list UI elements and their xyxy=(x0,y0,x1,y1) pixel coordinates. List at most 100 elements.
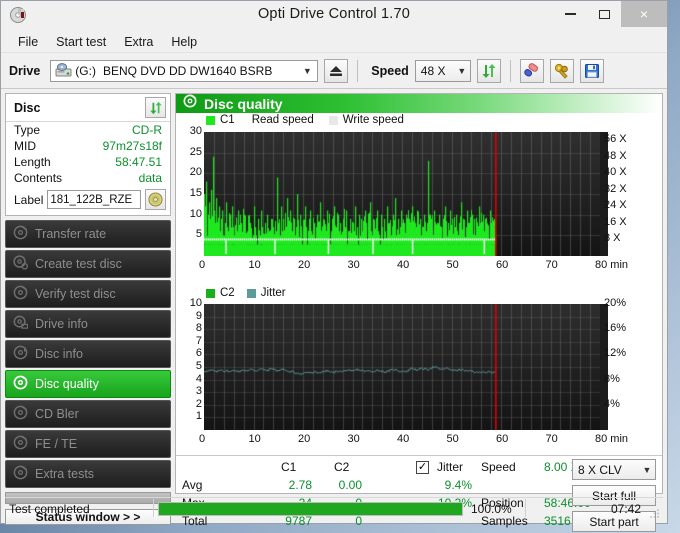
axis-tick-label: 40 xyxy=(397,259,410,271)
eject-button[interactable] xyxy=(324,58,349,83)
quality-title: Disc quality xyxy=(204,95,283,112)
disc-icon xyxy=(13,225,28,243)
speed-select[interactable]: 48 X ▼ xyxy=(414,59,471,82)
disc-check-icon xyxy=(13,285,28,303)
sidebar-item-cd-bler[interactable]: CD Bler xyxy=(5,400,171,428)
c1-chart: C1 Read speed Write speed 5 10 15 20 25 30 8 X… xyxy=(176,113,662,287)
progress-bar xyxy=(158,501,463,516)
axis-tick-label: 4% xyxy=(604,397,620,410)
axis-tick-label: 0 xyxy=(199,433,206,445)
axis-tick-label: 80 min xyxy=(595,433,629,445)
menu-start-test[interactable]: Start test xyxy=(47,33,115,51)
sidebar-item-verify-test-disc[interactable]: Verify test disc xyxy=(5,280,171,308)
sidebar-item-fe-te[interactable]: FE / TE xyxy=(5,430,171,458)
sidebar-item-extra-tests[interactable]: Extra tests xyxy=(5,460,171,488)
speed-label: Speed xyxy=(371,63,409,78)
disc-icon xyxy=(13,405,28,423)
disc-quality-icon xyxy=(183,94,197,113)
drive-select[interactable]: (G:) BENQ DVD DD DW1640 BSRB ▼ xyxy=(50,59,319,82)
status-text: Test completed xyxy=(9,501,90,516)
axis-tick-label: 6 xyxy=(195,347,202,360)
sidebar-item-create-test-disc[interactable]: Create test disc xyxy=(5,250,171,278)
body-area: Disc Type CD-R MID 97m27s18f Length 58:4… xyxy=(1,89,667,532)
drive-icon xyxy=(13,315,29,333)
disc-row-length: Length 58:47.51 xyxy=(6,154,170,170)
axis-tick-label: 56 X xyxy=(604,133,627,146)
disc-label-key: Label xyxy=(14,192,44,207)
status-divider xyxy=(525,499,526,517)
sidebar-item-transfer-rate[interactable]: Transfer rate xyxy=(5,220,171,248)
legend-label-jitter: Jitter xyxy=(260,287,286,299)
axis-tick-label: 24 X xyxy=(604,199,627,212)
left-panel: Disc Type CD-R MID 97m27s18f Length 58:4… xyxy=(5,93,171,525)
sidebar-item-label: Extra tests xyxy=(35,467,95,481)
write-strategy-value: 8 X CLV xyxy=(578,462,622,477)
disc-icon xyxy=(13,435,28,453)
sidebar-item-label: Drive info xyxy=(35,317,88,331)
c2-plot-area[interactable] xyxy=(204,304,608,430)
disc-icon xyxy=(13,465,28,483)
axis-tick-label: 1 xyxy=(195,410,202,423)
axis-tick-label: 10 xyxy=(189,207,202,220)
drive-name: BENQ DVD DD DW1640 BSRB xyxy=(102,63,273,78)
resize-grip[interactable] xyxy=(649,506,661,518)
c1-chart-legend: C1 Read speed Write speed xyxy=(206,114,404,126)
axis-tick-label: 2 xyxy=(195,397,202,410)
maximize-button[interactable] xyxy=(587,1,621,27)
axis-tick-label: 70 xyxy=(545,433,558,445)
save-button[interactable] xyxy=(579,58,604,83)
c1-plot-area[interactable] xyxy=(204,132,608,256)
toolbar-divider xyxy=(509,59,511,82)
axis-tick-label: 20 xyxy=(298,259,311,271)
disc-panel-title: Disc xyxy=(14,100,41,115)
axis-tick-label: 60 xyxy=(496,433,509,445)
disc-panel-header: Disc xyxy=(6,94,170,122)
tools-button[interactable] xyxy=(549,58,574,83)
quality-header: Disc quality xyxy=(176,94,662,113)
quality-panel: Disc quality C1 Read speed Write speed 5… xyxy=(175,93,663,532)
axis-tick-label: 7 xyxy=(195,334,202,347)
drive-label: Drive xyxy=(9,63,41,78)
axis-tick-label: 25 xyxy=(189,145,202,158)
stats-avg-c1: 2.78 xyxy=(288,478,312,492)
sidebar-item-label: Create test disc xyxy=(35,257,122,271)
axis-tick-label: 5 xyxy=(195,360,202,372)
drive-icon xyxy=(55,63,72,78)
disc-info-icon xyxy=(13,345,28,363)
stats-header-c2: C2 xyxy=(334,460,350,474)
menu-extra[interactable]: Extra xyxy=(115,33,162,51)
cd-icon-button[interactable] xyxy=(145,189,166,210)
write-strategy-select[interactable]: 8 X CLV ▼ xyxy=(572,459,656,480)
disc-value: 97m27s18f xyxy=(102,139,162,153)
axis-tick-label: 8 xyxy=(195,322,202,335)
axis-tick-label: 80 min xyxy=(595,259,629,271)
sidebar-item-drive-info[interactable]: Drive info xyxy=(5,310,171,338)
application-window: Opti Drive Control 1.70 × File Start tes… xyxy=(0,0,668,532)
progress-fill xyxy=(159,502,462,515)
menu-bar: File Start test Extra Help xyxy=(1,31,667,53)
refresh-button[interactable] xyxy=(476,58,501,83)
disc-refresh-button[interactable] xyxy=(145,97,166,118)
axis-tick-label: 5 xyxy=(195,228,202,241)
disc-info-panel: Disc Type CD-R MID 97m27s18f Length 58:4… xyxy=(5,93,171,216)
axis-tick-label: 30 xyxy=(347,259,360,271)
axis-tick-label: 50 xyxy=(446,259,459,271)
minimize-button[interactable] xyxy=(553,1,587,27)
disc-value: 58:47.51 xyxy=(115,155,162,169)
erase-button[interactable] xyxy=(519,58,544,83)
sidebar-item-label: CD Bler xyxy=(35,407,79,421)
jitter-checkbox[interactable]: ✓ xyxy=(416,461,429,474)
sidebar-item-disc-quality[interactable]: Disc quality xyxy=(5,370,171,398)
menu-help[interactable]: Help xyxy=(162,33,206,51)
close-button[interactable]: × xyxy=(621,1,667,27)
sidebar-item-disc-info[interactable]: Disc info xyxy=(5,340,171,368)
disc-label-input[interactable]: 181_122B_RZE xyxy=(47,190,141,209)
disc-row-contents: Contents data xyxy=(6,170,170,186)
axis-tick-label: 12% xyxy=(604,347,627,360)
axis-tick-label: 4 xyxy=(195,372,202,385)
menu-file[interactable]: File xyxy=(9,33,47,51)
statistics-panel: C1 C2 ✓ Jitter Avg 2.78 0.00 9.4% Max 24… xyxy=(176,455,662,532)
status-bar: Test completed 100.0% 07:42 xyxy=(5,497,663,519)
stats-header-c1: C1 xyxy=(281,460,297,474)
elapsed-time: 07:42 xyxy=(610,501,641,516)
